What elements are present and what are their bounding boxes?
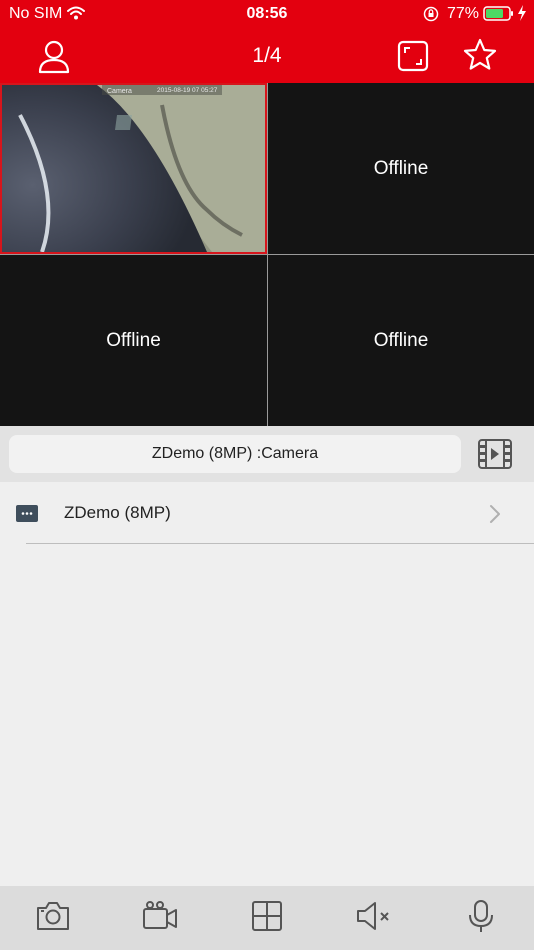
- charging-icon: [517, 5, 527, 26]
- fullscreen-button[interactable]: [396, 39, 430, 73]
- snapshot-button[interactable]: [33, 898, 73, 934]
- fullscreen-frame-icon: [396, 40, 430, 77]
- selected-camera-field[interactable]: ZDemo (8MP) :Camera: [9, 435, 461, 473]
- microphone-icon: [461, 900, 501, 938]
- page-indicator: 1/4: [252, 44, 282, 67]
- status-bar: No SIM 08:56 77%: [0, 0, 534, 28]
- talk-button[interactable]: [461, 898, 501, 934]
- video-camera-icon: [140, 901, 180, 938]
- chevron-right-icon: [488, 503, 502, 525]
- offline-label: Offline: [373, 157, 429, 179]
- offline-label: Offline: [373, 329, 429, 351]
- record-button[interactable]: [140, 898, 180, 934]
- orientation-lock-icon: [423, 6, 439, 27]
- battery-percent: 77%: [447, 5, 480, 22]
- selected-camera-bar: ZDemo (8MP) :Camera: [0, 426, 534, 482]
- battery-icon: [483, 6, 515, 27]
- nav-bar: 1/4: [0, 28, 534, 83]
- video-tile-2[interactable]: Offline: [268, 83, 534, 254]
- bottom-toolbar: [0, 886, 534, 950]
- offline-label: Offline: [106, 329, 161, 351]
- list-divider: [26, 543, 534, 544]
- star-outline-icon: [462, 38, 498, 77]
- video-tile-3[interactable]: Offline: [0, 255, 267, 426]
- device-list-item[interactable]: ZDemo (8MP): [0, 483, 534, 544]
- favorite-button[interactable]: [462, 37, 498, 73]
- layout-button[interactable]: [247, 898, 287, 934]
- video-tile-4[interactable]: Offline: [268, 255, 534, 426]
- video-grid: Camera 2015-08-19 07 05:27 Offline Offli…: [0, 83, 534, 426]
- playback-button[interactable]: [477, 438, 513, 470]
- live-video-frame: Camera 2015-08-19 07 05:27: [2, 85, 265, 252]
- mute-button[interactable]: [354, 898, 394, 934]
- overlay-timestamp: 2015-08-19 07 05:27: [157, 87, 218, 94]
- dvr-device-icon: [16, 505, 38, 522]
- speaker-mute-icon: [354, 902, 394, 938]
- film-play-icon: [477, 439, 513, 474]
- grid-layout-icon: [247, 901, 287, 938]
- video-tile-1[interactable]: Camera 2015-08-19 07 05:27: [0, 83, 267, 254]
- camera-icon: [33, 902, 73, 938]
- overlay-camera-label: Camera: [107, 88, 132, 95]
- device-name: ZDemo (8MP): [64, 503, 171, 522]
